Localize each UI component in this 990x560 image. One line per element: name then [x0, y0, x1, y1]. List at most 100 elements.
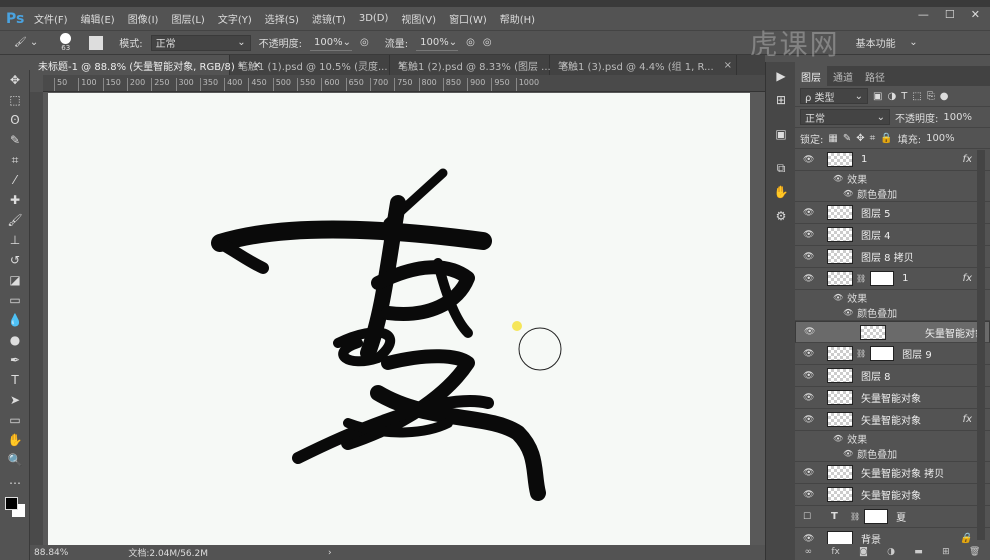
eye-icon[interactable]: 👁: [803, 534, 817, 544]
lasso-tool-icon[interactable]: ʘ: [0, 110, 30, 130]
filter-adjust-icon[interactable]: ◑: [887, 91, 896, 102]
lock-artboard-icon[interactable]: ⌗: [870, 133, 876, 144]
blur-icon[interactable]: 💧: [0, 310, 30, 330]
lock-all-icon[interactable]: 🔒: [880, 133, 892, 144]
dock-panel-icon[interactable]: ▶: [766, 66, 796, 86]
eye-icon[interactable]: 👁: [833, 293, 843, 302]
fx-icon[interactable]: fx: [831, 547, 840, 557]
layer-row[interactable]: 👁 图层 8 拷贝: [795, 246, 990, 268]
layer-opacity-input[interactable]: 100%: [943, 112, 972, 123]
status-arrow[interactable]: ›: [328, 548, 332, 558]
pen-tool-icon[interactable]: ✒: [0, 350, 30, 370]
tab-document[interactable]: 笔触1 (3).psd @ 4.4% (组 1, R... ×: [550, 55, 737, 75]
chain-icon[interactable]: ⛓: [856, 274, 866, 283]
menu-item[interactable]: 3D(D): [359, 13, 389, 24]
layer-row[interactable]: 👁 矢量智能对象 拷贝: [795, 462, 990, 484]
visibility-box[interactable]: ☐: [803, 512, 817, 522]
eye-icon[interactable]: 👁: [803, 468, 817, 478]
layer-mask-thumbnail[interactable]: [870, 346, 895, 361]
adjustment-icon[interactable]: ◑: [887, 547, 895, 557]
layer-row[interactable]: 👁 图层 5: [795, 202, 990, 224]
eraser-icon[interactable]: ◪: [0, 270, 30, 290]
eye-icon[interactable]: 👁: [803, 230, 817, 240]
airbrush-icon[interactable]: ◎: [466, 37, 475, 48]
fx-badge[interactable]: fx: [963, 154, 972, 165]
eye-icon[interactable]: 👁: [843, 189, 853, 198]
workspace-select[interactable]: 基本功能 ⌄: [852, 35, 922, 51]
close-tab-icon[interactable]: ×: [724, 60, 732, 71]
dock-panel-icon[interactable]: ⧉: [766, 158, 796, 178]
menu-item[interactable]: 文件(F): [34, 11, 68, 26]
move-tool-icon[interactable]: ✥: [0, 70, 30, 90]
layer-row[interactable]: 👁 图层 4: [795, 224, 990, 246]
menu-item[interactable]: 滤镜(T): [312, 11, 346, 26]
flow-input[interactable]: 100% ⌄: [416, 35, 459, 51]
gradient-icon[interactable]: ▭: [0, 290, 30, 310]
new-layer-icon[interactable]: ⊞: [942, 547, 950, 557]
dock-panel-icon[interactable]: ✋: [766, 182, 796, 202]
brush-panel-icon[interactable]: [89, 35, 104, 50]
menu-item[interactable]: 图像(I): [128, 11, 159, 26]
quick-select-icon[interactable]: ✎: [0, 130, 30, 150]
dock-panel-icon[interactable]: ⚙: [766, 206, 796, 226]
pressure-size-icon[interactable]: ◎: [483, 37, 492, 48]
eye-icon[interactable]: 👁: [804, 327, 818, 337]
layer-filter-select[interactable]: ρ 类型 ⌄: [800, 88, 868, 104]
marquee-tool-icon[interactable]: ⬚: [0, 90, 30, 110]
zoom-tool-icon[interactable]: 🔍: [0, 450, 30, 470]
eye-icon[interactable]: 👁: [803, 490, 817, 500]
tab-document[interactable]: 笔触1 (1).psd @ 10.5% (灵度... ×: [230, 55, 406, 75]
menu-item[interactable]: 编辑(E): [81, 11, 115, 26]
lock-paint-icon[interactable]: ✎: [843, 133, 851, 144]
dodge-icon[interactable]: ●: [0, 330, 30, 350]
menu-item[interactable]: 视图(V): [401, 11, 436, 26]
eye-icon[interactable]: 👁: [803, 371, 817, 381]
effect-item[interactable]: 👁 效果: [795, 290, 990, 305]
fx-badge[interactable]: fx: [963, 414, 972, 425]
layer-row[interactable]: 👁 矢量智能对象: [795, 484, 990, 506]
path-select-icon[interactable]: ➤: [0, 390, 30, 410]
filter-pixel-icon[interactable]: ▣: [873, 91, 882, 102]
layer-row[interactable]: 👁 矢量智能对象 fx: [795, 409, 990, 431]
eye-icon[interactable]: 👁: [843, 449, 853, 458]
layer-row[interactable]: 👁 矢量智能对象: [795, 321, 990, 343]
hand-tool-icon[interactable]: ✋: [0, 430, 30, 450]
effect-item[interactable]: 👁 效果: [795, 431, 990, 446]
eye-icon[interactable]: 👁: [803, 252, 817, 262]
chain-icon[interactable]: ⛓: [856, 349, 866, 358]
eye-icon[interactable]: 👁: [803, 155, 817, 165]
panel-tab[interactable]: 图层: [795, 66, 827, 86]
healing-brush-icon[interactable]: ✚: [0, 190, 30, 210]
opacity-input[interactable]: 100% ⌄: [310, 35, 353, 51]
menu-item[interactable]: 选择(S): [265, 11, 299, 26]
tab-document[interactable]: 未标题-1 @ 88.8% (矢量智能对象, RGB/8) * ×: [30, 55, 261, 75]
panel-tab[interactable]: 通道: [827, 66, 859, 86]
layer-row[interactable]: 👁 ⛓ 1 fx: [795, 268, 990, 290]
type-tool-icon[interactable]: T: [0, 370, 30, 390]
rectangle-tool-icon[interactable]: ▭: [0, 410, 30, 430]
lock-transparent-icon[interactable]: ▦: [828, 133, 837, 144]
tab-document[interactable]: 笔触1 (2).psd @ 8.33% (图层 ... ×: [390, 55, 569, 75]
eye-icon[interactable]: 👁: [803, 349, 817, 359]
folder-icon[interactable]: ▬: [914, 547, 923, 557]
maximize-button[interactable]: ☐: [945, 8, 955, 21]
filter-smart-icon[interactable]: ⎘: [927, 91, 935, 102]
eye-icon[interactable]: 👁: [803, 393, 817, 403]
lock-position-icon[interactable]: ✥: [856, 133, 864, 144]
blend-mode-select[interactable]: 正常 ⌄: [800, 109, 890, 125]
eye-icon[interactable]: 👁: [803, 208, 817, 218]
document-canvas[interactable]: [48, 93, 750, 545]
brush-preset-picker[interactable]: 63: [60, 33, 72, 52]
filter-type-icon[interactable]: T: [901, 91, 907, 102]
eye-icon[interactable]: 👁: [833, 174, 843, 183]
clone-stamp-icon[interactable]: ⊥: [0, 230, 30, 250]
mask-icon[interactable]: ◙: [859, 547, 868, 557]
layers-scrollbar[interactable]: [977, 150, 985, 540]
history-brush-icon[interactable]: ↺: [0, 250, 30, 270]
layer-row[interactable]: 👁 图层 8: [795, 365, 990, 387]
more-tools-icon[interactable]: …: [0, 470, 30, 490]
fill-input[interactable]: 100%: [926, 133, 955, 144]
layer-row[interactable]: 👁 ⛓ 图层 9: [795, 343, 990, 365]
layer-row[interactable]: 👁 1 fx: [795, 149, 990, 171]
dock-panel-icon[interactable]: ⊞: [766, 90, 796, 110]
